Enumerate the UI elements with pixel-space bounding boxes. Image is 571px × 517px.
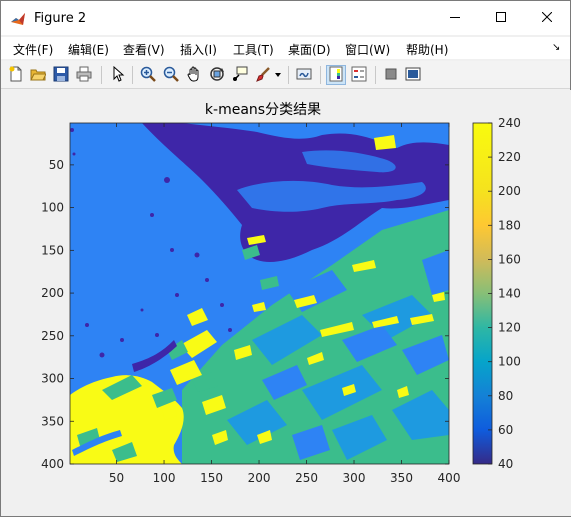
new-figure-button[interactable] [6,65,26,85]
brush-dropdown-icon [274,68,282,82]
colorbar-tick-label: 100 [498,355,521,369]
colorbar-axis: 40 60 80 100 120 140 160 180 200 220 240 [488,116,521,471]
zoom-out-button[interactable] [161,65,181,85]
save-icon [53,66,69,85]
window-title: Figure 2 [34,11,87,26]
zoom-out-icon [163,66,179,85]
menu-bar: 文件(F) 编辑(E) 查看(V) 插入(I) 工具(T) 桌面(D) 窗口(W… [1,37,570,59]
menu-insert[interactable]: 插入(I) [180,41,217,58]
x-tick-label: 300 [343,471,366,485]
hide-plot-tools-button[interactable] [381,65,401,85]
menu-help[interactable]: 帮助(H) [406,41,448,58]
brush-icon [255,66,271,85]
legend-button[interactable] [349,65,369,85]
colorbar-tick-label: 60 [498,423,513,437]
kmeans-image [70,123,449,464]
dock-arrow-icon[interactable]: ↘ [552,42,560,53]
toolbar-separator [375,66,376,84]
colorbar-tick-label: 180 [498,218,521,232]
brush-dropdown-button[interactable] [273,65,283,85]
y-tick-label: 400 [41,457,64,471]
x-tick-label: 350 [390,471,413,485]
x-tick-label: 50 [109,471,124,485]
colorbar-tick-label: 80 [498,389,513,403]
y-tick-label: 250 [41,329,64,343]
toolbar-separator [132,66,133,84]
toolbar-separator [320,66,321,84]
link-plot-icon [296,66,312,85]
figure-window: Figure 2 文件(F) 编辑(E) 查看(V) 插入(I) 工具(T) 桌… [0,0,571,517]
colorbar-tick-label: 40 [498,457,513,471]
edit-plot-button[interactable] [108,65,128,85]
menu-view[interactable]: 查看(V) [123,41,165,58]
colorbar-tick-label: 220 [498,150,521,164]
x-tick-label: 250 [295,471,318,485]
pan-icon [186,66,202,85]
link-plot-button[interactable] [294,65,314,85]
colorbar-tick-label: 140 [498,287,521,301]
menu-tools[interactable]: 工具(T) [233,41,274,58]
show-plot-tools-icon [405,66,421,85]
print-icon [76,66,92,85]
x-tick-label: 100 [153,471,176,485]
new-figure-icon [8,66,24,85]
menu-desktop[interactable]: 桌面(D) [288,41,331,58]
x-tick-label: 150 [200,471,223,485]
y-tick-label: 300 [41,372,64,386]
pan-button[interactable] [184,65,204,85]
colorbar-button[interactable] [326,65,346,85]
colorbar-tick-label: 200 [498,184,521,198]
figure-canvas[interactable]: k-means分类结果 50 100 150 200 250 300 350 4… [2,90,571,516]
rotate-3d-button[interactable] [207,65,227,85]
data-cursor-icon [232,66,248,85]
data-cursor-button[interactable] [230,65,250,85]
menu-edit[interactable]: 编辑(E) [68,41,109,58]
title-bar[interactable]: Figure 2 [1,1,570,35]
show-plot-tools-button[interactable] [403,65,423,85]
print-button[interactable] [74,65,94,85]
y-tick-label: 100 [41,201,64,215]
maximize-icon [496,11,506,25]
colorbar-icon [328,66,344,85]
x-tick-label: 400 [438,471,461,485]
maximize-button[interactable] [478,1,524,35]
zoom-in-icon [140,66,156,85]
figure-toolbar [1,61,570,89]
y-tick-label: 150 [41,243,64,257]
menu-window[interactable]: 窗口(W) [345,41,390,58]
y-tick-label: 50 [49,158,64,172]
open-file-button[interactable] [28,65,48,85]
legend-icon [351,66,367,85]
zoom-in-button[interactable] [138,65,158,85]
save-button[interactable] [51,65,71,85]
minimize-icon [450,11,460,25]
x-tick-label: 200 [248,471,271,485]
menu-file[interactable]: 文件(F) [13,41,53,58]
colorbar-tick-label: 240 [498,116,521,130]
toolbar-separator [288,66,289,84]
rotate-3d-icon [209,66,225,85]
matlab-icon [10,11,26,27]
y-tick-label: 350 [41,414,64,428]
plot-area: 50 100 150 200 250 300 350 400 50 100 150 200 250 30… [41,116,521,485]
toolbar-separator [101,66,102,84]
minimize-button[interactable] [432,1,478,35]
hide-plot-tools-icon [383,66,399,85]
colorbar-tick-label: 160 [498,252,521,266]
close-button[interactable] [524,1,570,35]
y-tick-label: 200 [41,286,64,300]
close-icon [541,11,553,25]
open-file-icon [30,66,47,85]
brush-button[interactable] [253,65,273,85]
edit-plot-icon [110,65,126,85]
colorbar-tick-label: 120 [498,321,521,335]
